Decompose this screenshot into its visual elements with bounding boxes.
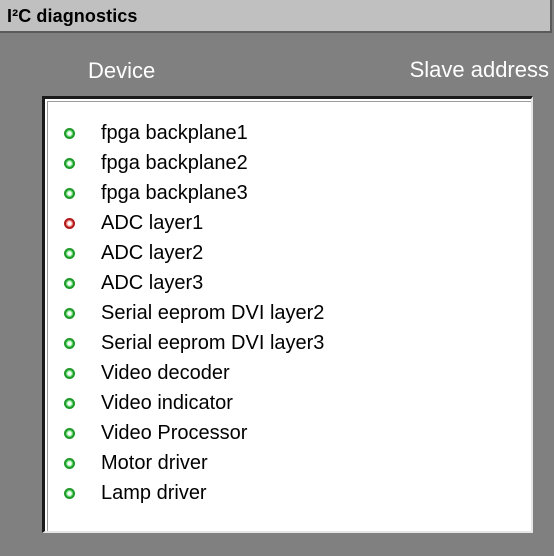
device-list-item[interactable]: fpga backplane1 xyxy=(48,118,531,148)
device-list-item[interactable]: Video Processor xyxy=(48,418,531,448)
device-name: ADC layer2 xyxy=(101,242,204,264)
status-indicator-icon xyxy=(64,218,75,229)
device-list-item[interactable]: Lamp driver xyxy=(48,478,531,508)
status-indicator-icon xyxy=(64,308,75,319)
device-name: fpga backplane1 xyxy=(101,122,248,144)
column-header-slave-address: Slave address xyxy=(409,57,549,82)
device-list-item[interactable]: Video indicator xyxy=(48,388,531,418)
device-list-item[interactable]: ADC layer3 xyxy=(48,268,531,298)
device-name: ADC layer3 xyxy=(101,272,204,294)
device-list-item[interactable]: Serial eeprom DVI layer3 xyxy=(48,328,531,358)
status-indicator-icon xyxy=(64,248,75,259)
status-indicator-icon xyxy=(64,368,75,379)
status-indicator-icon xyxy=(64,188,75,199)
device-list-item[interactable]: Motor driver xyxy=(48,448,531,478)
device-list-item[interactable]: fpga backplane3 xyxy=(48,178,531,208)
device-name: Lamp driver xyxy=(101,482,207,504)
device-name: Video Processor xyxy=(101,422,248,444)
device-name: Serial eeprom DVI layer2 xyxy=(101,302,325,324)
device-list-item[interactable]: Video decoder xyxy=(48,358,531,388)
device-name: fpga backplane3 xyxy=(101,182,248,204)
status-indicator-icon xyxy=(64,338,75,349)
device-list: fpga backplane1 fpga backplane2 fpga bac… xyxy=(48,118,531,508)
window-title: I²C diagnostics xyxy=(7,6,138,26)
device-list-frame: fpga backplane1 fpga backplane2 fpga bac… xyxy=(47,101,531,531)
device-list-item[interactable]: ADC layer2 xyxy=(48,238,531,268)
device-list-item[interactable]: ADC layer1 xyxy=(48,208,531,238)
device-list-box[interactable]: fpga backplane1 fpga backplane2 fpga bac… xyxy=(42,96,533,533)
device-name: Serial eeprom DVI layer3 xyxy=(101,332,325,354)
device-name: Video decoder xyxy=(101,362,230,384)
status-indicator-icon xyxy=(64,158,75,169)
status-indicator-icon xyxy=(64,128,75,139)
device-list-item[interactable]: fpga backplane2 xyxy=(48,148,531,178)
device-name: Motor driver xyxy=(101,452,208,474)
status-indicator-icon xyxy=(64,458,75,469)
i2c-diagnostics-window: I²C diagnostics Device Slave address fpg… xyxy=(0,0,554,556)
device-name: ADC layer1 xyxy=(101,212,204,234)
status-indicator-icon xyxy=(64,278,75,289)
status-indicator-icon xyxy=(64,398,75,409)
title-bar: I²C diagnostics xyxy=(0,0,552,33)
device-name: fpga backplane2 xyxy=(101,152,248,174)
device-list-item[interactable]: Serial eeprom DVI layer2 xyxy=(48,298,531,328)
device-name: Video indicator xyxy=(101,392,233,414)
status-indicator-icon xyxy=(64,428,75,439)
status-indicator-icon xyxy=(64,488,75,499)
column-header-device: Device xyxy=(88,58,156,83)
